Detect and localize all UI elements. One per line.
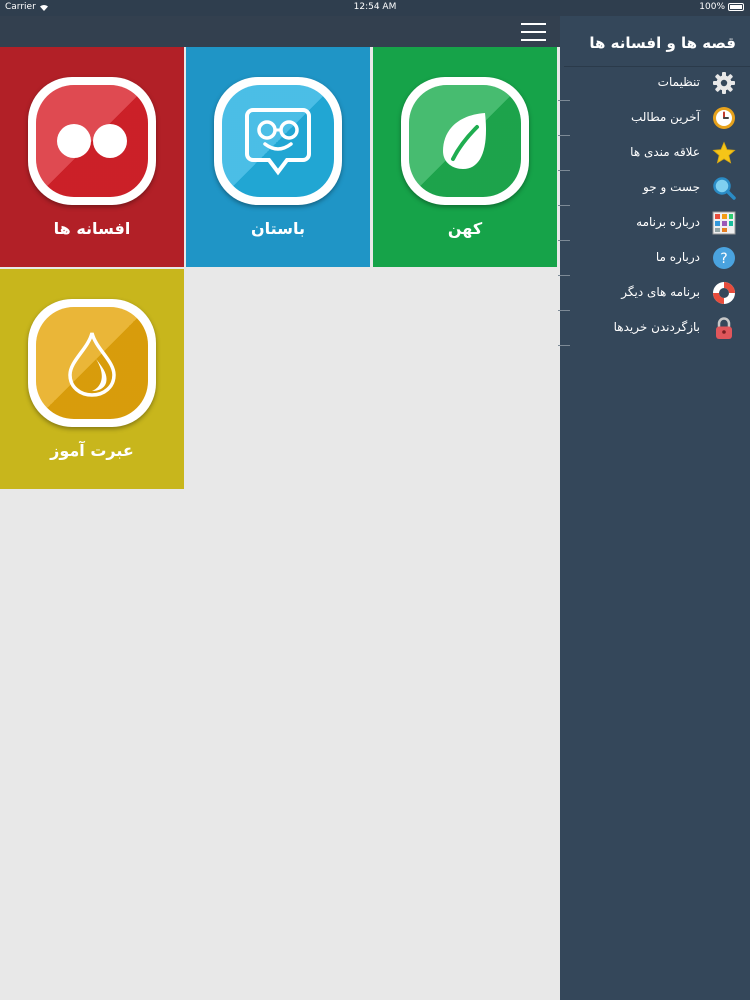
tile-label: افسانه ها (53, 219, 131, 238)
category-grid: افسانه ها باستان کهن عبرت آموز (0, 47, 560, 1000)
main-header (0, 16, 560, 47)
battery-percent: 100% (699, 2, 725, 12)
tile-label: کهن (447, 219, 483, 238)
tile-kohan[interactable]: کهن (373, 47, 557, 267)
status-time: 12:54 AM (353, 2, 397, 12)
clock-icon (712, 106, 736, 130)
tile-label: عبرت آموز (50, 441, 134, 460)
tile-icon-frame (401, 77, 529, 205)
sidebar-menu-list: تنظیمات آخرین مطالب علاقه مندی ها جست و … (560, 66, 750, 346)
sidebar-item-label: آخرین مطالب (630, 110, 700, 124)
tile-afsaneha[interactable]: افسانه ها (0, 47, 184, 267)
sidebar-item-label: درباره برنامه (636, 215, 700, 229)
app-title: قصه ها و افسانه ها (589, 34, 736, 52)
battery-info: 100% (699, 2, 744, 12)
sidebar-item-search[interactable]: جست و جو (560, 171, 750, 206)
sidebar-item-label: تنظیمات (657, 75, 700, 89)
svg-text:?: ? (720, 251, 727, 267)
sidebar-item-label: علاقه مندی ها (630, 145, 700, 159)
hamburger-menu-icon[interactable] (521, 23, 546, 41)
tile-label: باستان (251, 219, 305, 238)
sidebar-item-about-app[interactable]: درباره برنامه (560, 206, 750, 241)
sidebar-item-label: برنامه های دیگر (621, 285, 700, 299)
drop-icon (68, 332, 116, 397)
sidebar-item-about-us[interactable]: ? درباره ما (560, 241, 750, 276)
tile-bastan[interactable]: باستان (186, 47, 370, 267)
smiley-glasses-icon (245, 108, 311, 176)
sidebar-item-favorites[interactable]: علاقه مندی ها (560, 136, 750, 171)
sidebar-item-latest[interactable]: آخرین مطالب (560, 101, 750, 136)
gear-icon (712, 71, 736, 95)
tile-icon-frame (28, 77, 156, 205)
star-icon (712, 141, 736, 165)
lock-icon (712, 316, 736, 340)
battery-icon (728, 3, 744, 11)
sidebar-menu: قصه ها و افسانه ها تنظیمات آخرین مطالب ع… (560, 0, 750, 1000)
sidebar-item-label: جست و جو (643, 180, 700, 194)
grid-icon (712, 211, 736, 235)
two-dots-icon (57, 124, 127, 158)
tile-ebrat-amooz[interactable]: عبرت آموز (0, 269, 184, 489)
status-bar: Carrier 12:54 AM 100% (0, 0, 750, 16)
menu-separators (558, 66, 570, 346)
leaf-icon (443, 113, 487, 169)
sidebar-item-label: درباره ما (655, 250, 700, 264)
search-icon (712, 176, 736, 200)
sidebar-item-other-apps[interactable]: برنامه های دیگر (560, 276, 750, 311)
question-icon: ? (712, 246, 736, 270)
tile-icon-frame (214, 77, 342, 205)
lifebuoy-icon (712, 281, 736, 305)
sidebar-item-settings[interactable]: تنظیمات (560, 66, 750, 101)
sidebar-item-label: بازگردندن خریدها (613, 320, 700, 334)
sidebar-item-restore-purchases[interactable]: بازگردندن خریدها (560, 311, 750, 346)
tile-icon-frame (28, 299, 156, 427)
